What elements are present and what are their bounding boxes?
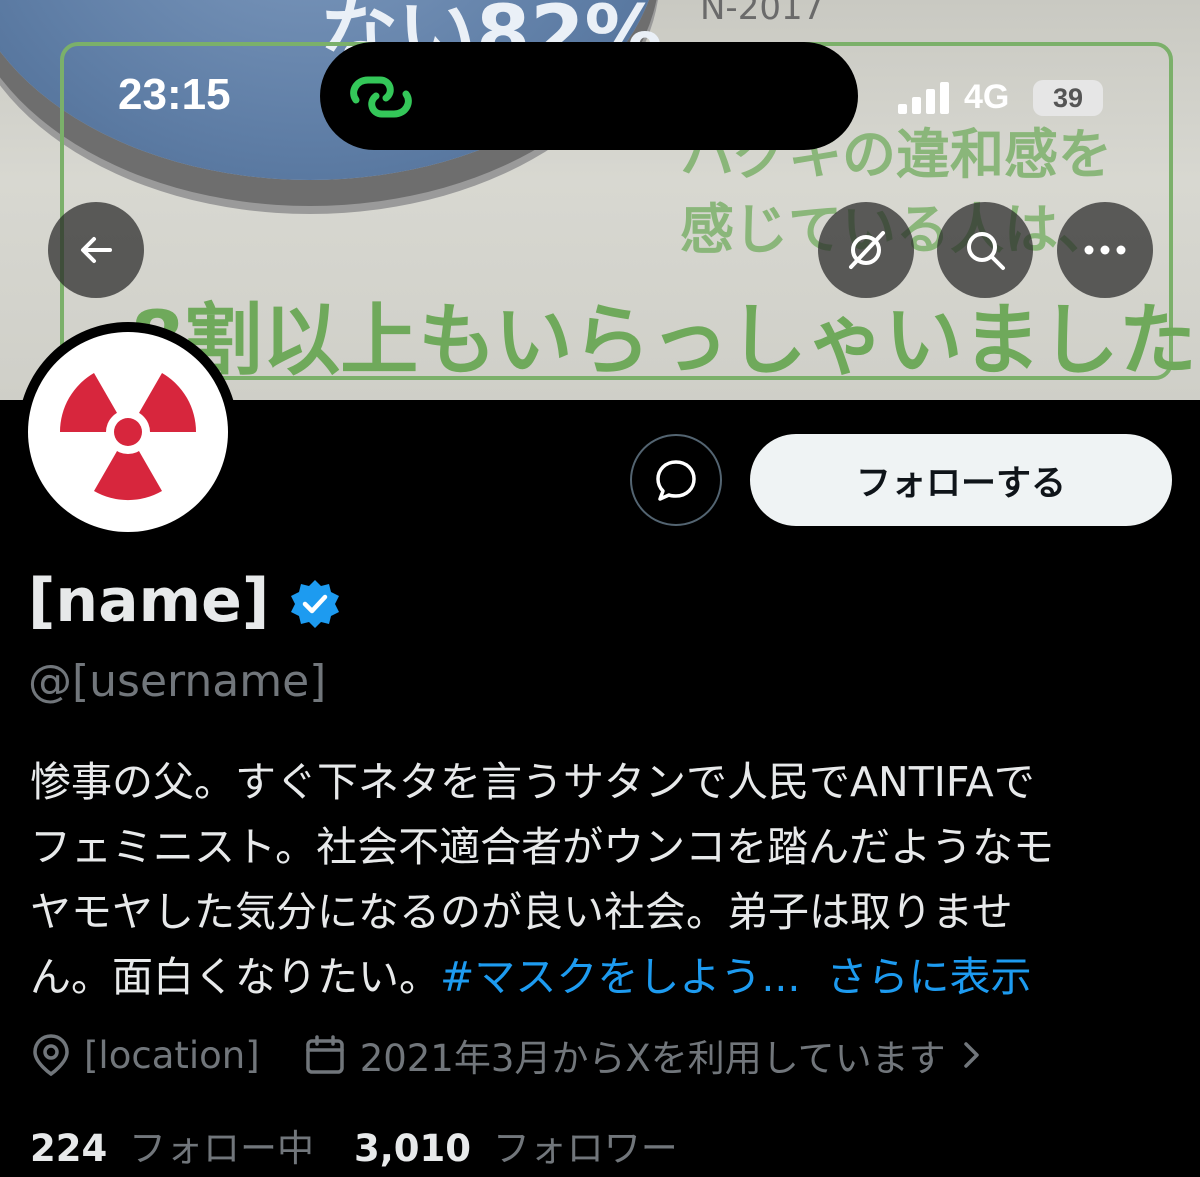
signal-icon: [898, 82, 949, 114]
message-button[interactable]: [630, 434, 722, 526]
banner-text-line3: 8割以上もいらっしゃいました!: [130, 296, 1200, 386]
profile-bio: 惨事の父。すぐ下ネタを言うサタンで人民でANTIFAで フェミニスト。社会不適合…: [30, 750, 1180, 1010]
verified-badge-icon[interactable]: [289, 578, 341, 630]
bio-line: 惨事の父。すぐ下ネタを言うサタンで人民でANTIFAで: [30, 758, 1035, 806]
bio-line: フェミニスト。社会不適合者がウンコを踏んだようなモ: [30, 823, 1055, 871]
joined-text: 2021年3月からXを利用しています: [359, 1037, 946, 1080]
profile-stats: 224 フォロー中 3,010 フォロワー: [30, 1118, 678, 1172]
link-app-icon: [350, 76, 412, 118]
location-item: [location]: [30, 1033, 260, 1077]
joined-item[interactable]: 2021年3月からXを利用しています: [304, 1028, 984, 1082]
location-pin-icon: [33, 1034, 69, 1077]
following-count: 224: [30, 1127, 108, 1170]
chevron-right-icon: [963, 1042, 979, 1068]
bio-line: ん。面白くなりたい。: [30, 953, 440, 1001]
profile-meta: [location] 2021年3月からXを利用しています: [30, 1028, 984, 1082]
bio-line-last: ん。面白くなりたい。#マスクをしよう... さらに表示: [30, 945, 1180, 1010]
battery-icon: 39: [1033, 80, 1103, 116]
bio-line: ヤモヤした気分になるのが良い社会。弟子は取りませ: [30, 888, 1013, 936]
grok-button[interactable]: [818, 202, 914, 298]
status-time: 23:15: [118, 70, 231, 119]
profile-name: [name]: [28, 566, 270, 636]
following-link[interactable]: 224 フォロー中: [30, 1118, 314, 1172]
avatar[interactable]: [18, 322, 238, 542]
followers-label: フォロワー: [492, 1127, 678, 1170]
followers-link[interactable]: 3,010 フォロワー: [354, 1118, 678, 1172]
profile-handle: @[username]: [28, 656, 327, 707]
following-label: フォロー中: [129, 1127, 314, 1170]
follow-button[interactable]: フォローする: [750, 434, 1172, 526]
show-more-link[interactable]: さらに表示: [827, 953, 1032, 1001]
back-button[interactable]: [48, 202, 144, 298]
search-icon: [967, 232, 1005, 270]
more-button[interactable]: [1057, 202, 1153, 298]
avatar-image: [28, 332, 228, 532]
network-type: 4G: [964, 78, 1010, 116]
bio-hashtag-link[interactable]: #マスクをしよう...: [440, 953, 800, 1001]
message-bubble-icon: [656, 460, 696, 501]
location-text: [location]: [84, 1033, 260, 1077]
radiation-symbol-icon: [59, 373, 197, 501]
dynamic-island: [320, 42, 858, 150]
followers-count: 3,010: [354, 1127, 472, 1170]
calendar-icon: [305, 1035, 344, 1074]
grok-icon: [849, 231, 885, 269]
banner-serial-text: N-2017: [700, 0, 825, 28]
search-button[interactable]: [937, 202, 1033, 298]
profile-name-row: [name]: [28, 566, 341, 636]
arrow-left-icon: [81, 237, 112, 263]
more-icon: [1084, 245, 1126, 255]
